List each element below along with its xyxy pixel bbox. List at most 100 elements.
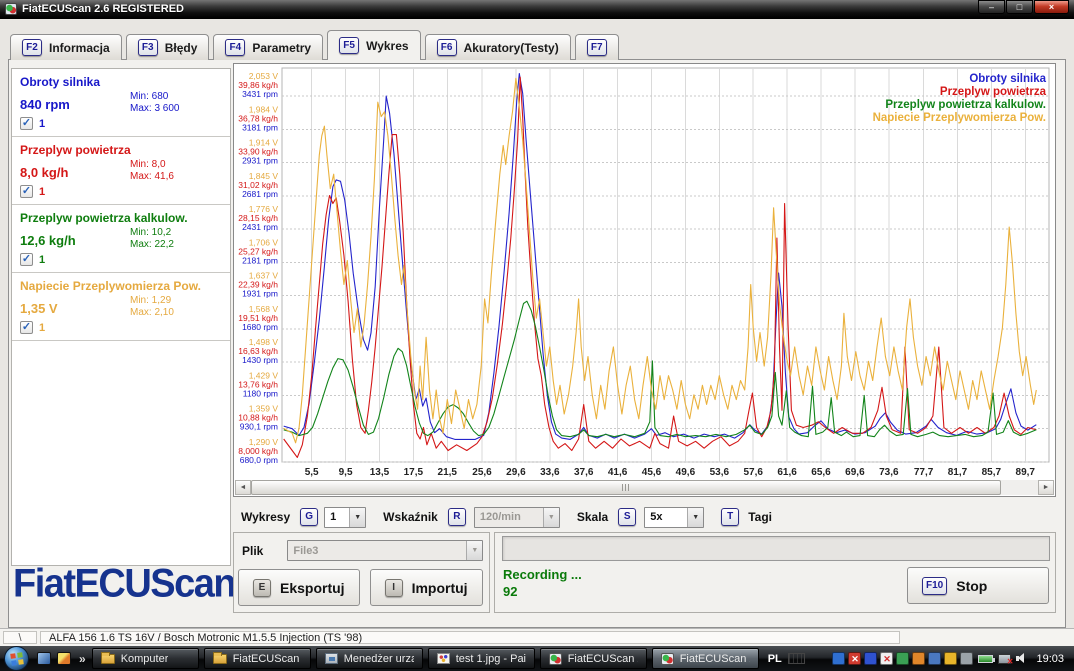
fkey-badge: F5 xyxy=(339,37,359,54)
taskbar: » Komputer FiatECUScanMenedżer urzą... tes… xyxy=(0,646,1074,671)
tab-wykres[interactable]: F5Wykres xyxy=(327,30,420,60)
close-button[interactable]: × xyxy=(1034,0,1069,14)
clock[interactable]: 19:03 xyxy=(1036,653,1064,665)
tab-b-dy[interactable]: F3 Błędy xyxy=(126,34,210,60)
svg-text:9,5: 9,5 xyxy=(339,467,353,478)
scroll-track[interactable] xyxy=(1001,480,1038,495)
taskbar-button[interactable]: test 1.jpg - Paint xyxy=(428,648,535,669)
tray-graphics-icon[interactable] xyxy=(896,652,909,665)
series-checkbox[interactable]: ✓ xyxy=(20,321,33,334)
chart-plot[interactable]: 5,59,513,517,521,525,629,633,637,641,645… xyxy=(234,64,1055,480)
tray-security-icon[interactable]: ✕ xyxy=(848,652,861,665)
network-display-error-icon[interactable] xyxy=(998,654,1011,664)
taskbar-button-label: test 1.jpg - Paint xyxy=(456,653,526,665)
svg-text:3181 rpm: 3181 rpm xyxy=(242,122,278,132)
status-grip: \ xyxy=(3,631,37,644)
key-s-button[interactable]: S xyxy=(618,508,636,526)
series-checkbox[interactable]: ✓ xyxy=(20,185,33,198)
tray-network-computers-icon[interactable] xyxy=(928,652,941,665)
title-bar: FiatECUScan 2.6 REGISTERED – □ × xyxy=(0,0,1074,19)
series-checkbox[interactable]: ✓ xyxy=(20,253,33,266)
tray-error-icon[interactable]: ✕ xyxy=(880,652,893,665)
tab-label: Błędy xyxy=(165,41,198,55)
tab-f7[interactable]: F7 xyxy=(575,34,619,60)
keyboard-layout-icon[interactable] xyxy=(788,653,805,664)
quick-launch-icon-1[interactable] xyxy=(37,652,51,665)
fkey-badge: F6 xyxy=(437,39,457,56)
tray-messenger-icon[interactable] xyxy=(832,652,845,665)
parameter-name: Przeplyw powietrza xyxy=(20,143,222,157)
taskbar-button[interactable]: Komputer xyxy=(92,648,199,669)
chevron-down-icon: ▼ xyxy=(349,508,365,527)
volume-icon[interactable] xyxy=(1016,653,1028,664)
key-e-badge: E xyxy=(253,579,271,597)
svg-text:3431 rpm: 3431 rpm xyxy=(242,89,278,99)
parameter-max: Max: 41,6 xyxy=(130,171,174,183)
svg-text:85,7: 85,7 xyxy=(982,467,1002,478)
scroll-left-arrow-icon[interactable]: ◄ xyxy=(235,480,251,495)
svg-text:73,6: 73,6 xyxy=(879,467,899,478)
chart-horizontal-scrollbar[interactable]: ◄ ► xyxy=(235,480,1054,495)
importuj-button[interactable]: I Importuj xyxy=(370,569,483,606)
parameter-value: 8,0 kg/h xyxy=(20,165,68,180)
legend-entry: Przeplyw powietrza kalkulow. xyxy=(885,99,1046,111)
tray-media-icon[interactable] xyxy=(912,652,925,665)
tray-update-icon[interactable] xyxy=(864,652,877,665)
chart-controls: Wykresy G 1 ▼ Wskaźnik R 120/min ▼ Skala… xyxy=(233,503,1056,531)
taskbar-button[interactable]: FiatECUScan xyxy=(204,648,311,669)
tray-display-icon[interactable] xyxy=(960,652,973,665)
series-checkbox[interactable]: ✓ xyxy=(20,117,33,130)
taskbar-button[interactable]: FiatECUScan 2.... xyxy=(540,648,647,669)
parameter-card: Przeplyw powietrza 8,0 kg/h Min: 8,0Max: 4… xyxy=(12,137,230,205)
tab-informacja[interactable]: F2Informacja xyxy=(10,34,122,60)
paint-icon xyxy=(437,653,450,664)
taskbar-button[interactable]: FiatECUScan 2.... xyxy=(652,648,759,669)
tray-key-icon[interactable] xyxy=(944,652,957,665)
svg-text:2181 rpm: 2181 rpm xyxy=(242,255,278,265)
parameter-max: Max: 2,10 xyxy=(130,307,174,319)
parameter-value: 840 rpm xyxy=(20,97,70,112)
taskbar-button-label: Komputer xyxy=(121,653,169,665)
quick-launch-overflow-chevron[interactable]: » xyxy=(79,652,86,666)
taskbar-button-label: FiatECUScan 2.... xyxy=(568,653,638,665)
svg-text:2931 rpm: 2931 rpm xyxy=(242,156,278,166)
svg-text:29,6: 29,6 xyxy=(506,467,526,478)
chevron-down-icon: ▼ xyxy=(466,541,482,560)
eksportuj-button[interactable]: E Eksportuj xyxy=(238,569,360,606)
language-indicator[interactable]: PL xyxy=(768,653,782,665)
key-r-button[interactable]: R xyxy=(448,508,466,526)
tab-akuratory-testy[interactable]: F6Akuratory(Testy) xyxy=(425,34,571,60)
fkey-badge: F3 xyxy=(138,39,158,56)
svg-text:69,6: 69,6 xyxy=(845,467,865,478)
scale-select[interactable]: 5x ▼ xyxy=(644,507,704,528)
windows-flag-icon xyxy=(10,652,24,666)
tab-label: Parametry xyxy=(252,41,311,55)
svg-text:89,7: 89,7 xyxy=(1016,467,1036,478)
minimize-button[interactable]: – xyxy=(978,0,1005,14)
fiatecuscan-icon xyxy=(661,653,674,665)
parameter-min: Min: 8,0 xyxy=(130,159,174,171)
chart-panel: 5,59,513,517,521,525,629,633,637,641,645… xyxy=(233,63,1056,497)
parameter-checkbox-row: ✓1 xyxy=(20,321,45,334)
parameter-minmax: Min: 8,0Max: 41,6 xyxy=(130,159,174,183)
scroll-right-arrow-icon[interactable]: ► xyxy=(1038,480,1054,495)
taskbar-button[interactable]: Menedżer urzą... xyxy=(316,648,423,669)
stop-button[interactable]: F10 Stop xyxy=(907,567,1049,604)
quick-launch-icon-2[interactable] xyxy=(57,652,71,665)
parameter-checkbox-row: ✓1 xyxy=(20,253,45,266)
scroll-thumb[interactable] xyxy=(251,480,1001,495)
parameter-card: Obroty silnika840 rpmMin: 680Max: 3 600✓… xyxy=(12,69,230,137)
graph-number-select[interactable]: 1 ▼ xyxy=(324,507,366,528)
parameter-min: Min: 10,2 xyxy=(130,227,174,239)
tab-parametry[interactable]: F4Parametry xyxy=(213,34,323,60)
svg-text:2431 rpm: 2431 rpm xyxy=(242,222,278,232)
svg-text:1680 rpm: 1680 rpm xyxy=(242,322,278,332)
parameter-max: Max: 22,2 xyxy=(130,239,174,251)
key-g-button[interactable]: G xyxy=(300,508,318,526)
maximize-button[interactable]: □ xyxy=(1006,0,1033,14)
svg-text:57,6: 57,6 xyxy=(743,467,763,478)
battery-icon[interactable] xyxy=(978,655,993,663)
fkey-badge: F2 xyxy=(22,39,42,56)
start-button[interactable] xyxy=(4,646,29,671)
key-t-button[interactable]: T xyxy=(721,508,739,526)
